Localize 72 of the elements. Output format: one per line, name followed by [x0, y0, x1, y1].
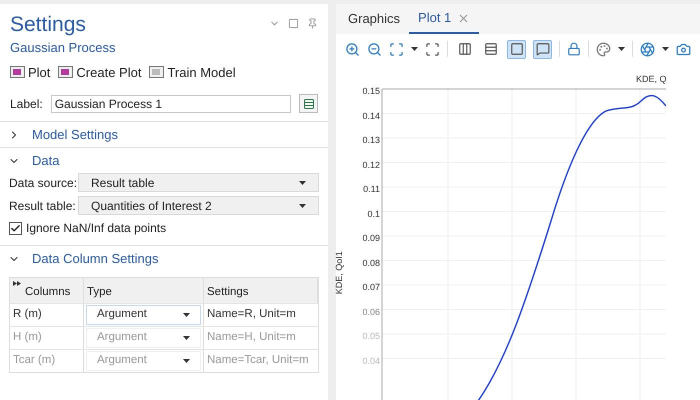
toggle-button[interactable] [533, 40, 552, 58]
label-action-button[interactable] [299, 94, 318, 113]
toggle-button[interactable] [507, 40, 526, 58]
checkbox[interactable] [9, 222, 22, 234]
caret-icon [183, 313, 190, 317]
toolbar-button[interactable]: Create Plot [58, 62, 142, 82]
field-label: Result table: [9, 198, 77, 214]
y-tick-label: 0.11 [362, 184, 380, 196]
y-tick-label: 0.13 [361, 135, 380, 147]
check-icon [10, 222, 21, 234]
caret-icon [299, 204, 306, 208]
close-icon[interactable] [457, 12, 470, 24]
plot-title: KDE, Q [636, 73, 667, 86]
table-cell: Tcar (m) [10, 350, 84, 372]
table-cell-text: Name=Tcar, Unit=m [206, 353, 310, 368]
pin-icon[interactable] [307, 18, 318, 29]
table-cell: H (m) [10, 327, 84, 349]
field-label: Data source: [9, 174, 78, 192]
y-tick-label: 0.1 [366, 208, 380, 220]
y-tick-label: 0.08 [361, 258, 380, 270]
y-tick-label: 0.05 [361, 331, 380, 343]
expand-columns-icon[interactable] [13, 281, 21, 286]
dropdown[interactable]: Result table [78, 173, 319, 192]
caret-icon [299, 180, 306, 184]
caret-icon [618, 47, 625, 51]
y-tick-label: 0.15 [361, 86, 380, 98]
zoom-in-icon[interactable] [345, 42, 360, 56]
y-tick-label: 0.12 [361, 160, 380, 172]
y-tick-label: 0.07 [361, 282, 380, 294]
camera-icon[interactable] [676, 42, 691, 56]
dropdown[interactable]: Quantities of Interest 2 [78, 196, 319, 215]
plot-icon [10, 66, 25, 78]
panel-title: Settings [10, 12, 86, 38]
y-axis-label: KDE, QoI1 [332, 251, 345, 294]
maximize-icon[interactable] [288, 18, 299, 29]
table-cell-text: Name=H, Unit=m [206, 330, 297, 346]
caret-icon [662, 47, 669, 51]
field-label: Label: [10, 96, 43, 112]
caret-icon [183, 336, 190, 340]
zoom-box-icon[interactable] [389, 42, 404, 56]
horizontal-grid-icon [484, 42, 498, 56]
aperture-icon[interactable] [640, 42, 655, 56]
y-tick-label: 0.06 [361, 306, 380, 318]
palette-icon[interactable] [596, 42, 611, 56]
column-header: Columns [10, 278, 84, 303]
table-row[interactable]: R (m) Argument Name=R, Unit=m [10, 303, 318, 326]
list-icon [302, 98, 314, 110]
y-tick-label: 0.14 [361, 110, 380, 122]
y-tick-label: 0.04 [361, 356, 380, 368]
column-header: Settings [204, 278, 318, 303]
column-header: Type [84, 278, 204, 303]
section-header[interactable]: Data [0, 148, 328, 173]
table-cell: R (m) [10, 304, 84, 326]
section-header[interactable]: Model Settings [0, 122, 328, 147]
lock-icon[interactable] [567, 42, 581, 56]
tab[interactable]: Graphics [339, 4, 410, 34]
section-header[interactable]: Data Column Settings [0, 246, 328, 271]
type-dropdown[interactable]: Argument [86, 305, 201, 325]
y-tick-label: 0.09 [361, 233, 380, 245]
checkbox-row[interactable]: Ignore NaN/Inf data points [9, 219, 319, 237]
toolbar-button[interactable]: Plot [10, 62, 50, 82]
caret-icon [411, 47, 418, 51]
tooltip-icon [536, 42, 550, 56]
node-type: Gaussian Process [9, 39, 116, 57]
caret-icon [183, 359, 190, 363]
zoom-out-icon[interactable] [367, 42, 382, 56]
table-cell-text: Name=R, Unit=m [206, 307, 297, 322]
vertical-grid-icon [458, 42, 472, 56]
tab[interactable]: Plot 1 [409, 4, 480, 34]
plot-icon [58, 66, 74, 78]
toolbar-button[interactable]: Train Model [149, 62, 236, 82]
label-field[interactable]: Gaussian Process 1 [50, 94, 291, 112]
